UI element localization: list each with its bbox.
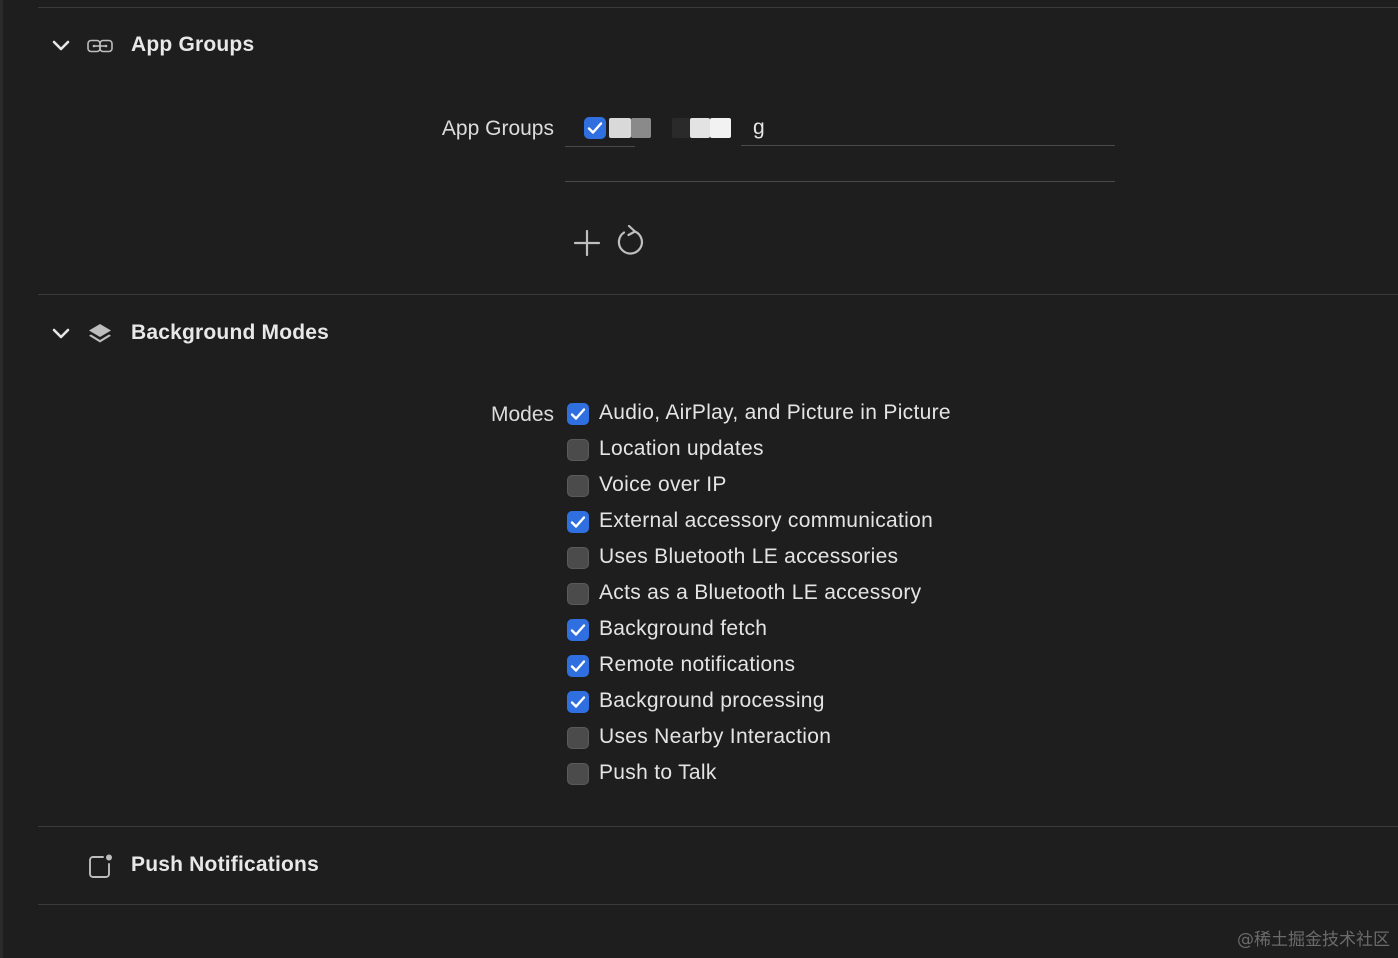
mode-label: Uses Bluetooth LE accessories: [599, 545, 899, 568]
mode-label: Audio, AirPlay, and Picture in Picture: [599, 401, 951, 424]
chevron-down-icon[interactable]: [50, 35, 72, 57]
redacted-block: [609, 118, 631, 138]
mode-checkbox[interactable]: [567, 511, 589, 533]
app-groups-title: App Groups: [131, 33, 255, 56]
background-modes-title: Background Modes: [131, 321, 330, 344]
redacted-block: [672, 118, 690, 138]
divider-app-groups: [38, 294, 1398, 295]
mode-checkbox[interactable]: [567, 583, 589, 605]
mode-checkbox[interactable]: [567, 619, 589, 641]
mode-label: Background fetch: [599, 617, 768, 640]
push-notifications-title: Push Notifications: [131, 853, 319, 876]
app-group-entry-value: g: [753, 116, 765, 139]
chevron-down-icon[interactable]: [50, 323, 72, 345]
app-group-entry-checkbox[interactable]: [584, 117, 606, 139]
field-underline: [565, 146, 635, 147]
layers-icon: [87, 321, 113, 347]
mode-label: Uses Nearby Interaction: [599, 725, 832, 748]
app-groups-icon: [87, 33, 113, 59]
divider-push-notifications: [38, 904, 1398, 905]
plus-icon[interactable]: [570, 226, 604, 260]
mode-checkbox[interactable]: [567, 475, 589, 497]
mode-checkbox[interactable]: [567, 655, 589, 677]
app-groups-header[interactable]: App Groups: [50, 31, 254, 61]
mode-label: Voice over IP: [599, 473, 727, 496]
mode-checkbox[interactable]: [567, 547, 589, 569]
modes-row-label: Modes: [490, 403, 554, 426]
mode-checkbox[interactable]: [567, 691, 589, 713]
divider-top: [38, 7, 1398, 8]
app-groups-row-label: App Groups: [441, 117, 554, 140]
list-bottom-line: [565, 181, 1115, 182]
watermark: @稀土掘金技术社区: [1237, 930, 1390, 950]
notification-icon: [87, 853, 113, 879]
divider-background-modes: [38, 826, 1398, 827]
mode-checkbox[interactable]: [567, 439, 589, 461]
mode-checkbox[interactable]: [567, 403, 589, 425]
mode-label: Push to Talk: [599, 761, 717, 784]
left-edge: [0, 0, 3, 958]
redacted-block: [631, 118, 651, 138]
redacted-block: [690, 118, 710, 138]
mode-label: Remote notifications: [599, 653, 796, 676]
refresh-icon[interactable]: [614, 224, 648, 258]
mode-checkbox[interactable]: [567, 727, 589, 749]
mode-label: External accessory communication: [599, 509, 934, 532]
background-modes-header[interactable]: Background Modes: [50, 319, 329, 349]
mode-label: Background processing: [599, 689, 825, 712]
mode-checkbox[interactable]: [567, 763, 589, 785]
mode-label: Location updates: [599, 437, 764, 460]
redacted-block: [710, 118, 731, 138]
mode-label: Acts as a Bluetooth LE accessory: [599, 581, 922, 604]
field-underline: [741, 145, 1115, 146]
